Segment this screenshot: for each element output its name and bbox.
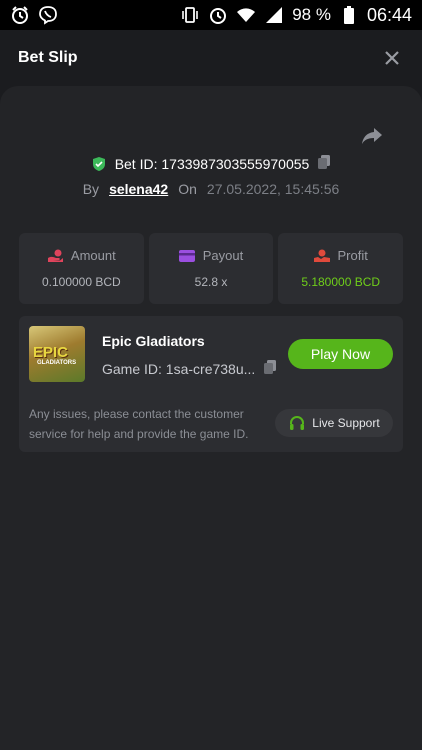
close-button[interactable] xyxy=(380,46,404,70)
viber-icon xyxy=(38,5,58,25)
alarm-icon xyxy=(208,5,228,25)
status-bar-left xyxy=(10,5,58,25)
battery-percent: 98 % xyxy=(292,5,331,24)
copy-game-id-button[interactable] xyxy=(263,359,277,378)
close-icon xyxy=(385,51,399,65)
game-thumbnail[interactable]: EPIC GLADIATORS xyxy=(29,326,85,382)
support-note: Any issues, please contact the customer … xyxy=(29,407,249,441)
stat-payout: Payout 52.8 x xyxy=(148,233,274,304)
bet-owner-row: By selena42 On 27.05.2022, 15:45:56 xyxy=(0,181,422,197)
bet-id-row: Bet ID: 1733987303555970055 xyxy=(0,154,422,173)
vibrate-icon xyxy=(180,5,200,25)
profit-icon xyxy=(313,249,330,262)
bet-datetime: 27.05.2022, 15:45:56 xyxy=(206,181,340,197)
on-label: On xyxy=(178,181,197,197)
verified-shield-icon xyxy=(92,156,105,171)
copy-icon xyxy=(264,360,277,374)
wallet-card-icon xyxy=(178,249,195,262)
stat-label: Profit xyxy=(337,248,368,263)
wifi-icon xyxy=(236,5,256,25)
bet-stats: Amount 0.100000 BCD Payout 52.8 x Profit… xyxy=(19,233,404,304)
game-name: Epic Gladiators xyxy=(102,333,205,349)
stat-label: Payout xyxy=(202,248,244,263)
alarm-icon xyxy=(10,5,30,25)
headset-icon xyxy=(290,416,305,430)
header: Bet Slip xyxy=(0,30,422,86)
stat-amount: Amount 0.100000 BCD xyxy=(19,233,144,304)
stat-value: 0.100000 BCD xyxy=(41,275,121,289)
game-id-row: Game ID: 1sa-cre738u... xyxy=(102,359,277,378)
play-now-button[interactable]: Play Now xyxy=(288,339,393,369)
bet-id: Bet ID: 1733987303555970055 xyxy=(114,155,310,172)
by-label: By xyxy=(82,181,100,197)
copy-bet-id-button[interactable] xyxy=(317,154,331,173)
page-title: Bet Slip xyxy=(18,49,78,66)
copy-icon xyxy=(318,155,331,169)
stat-profit: Profit 5.180000 BCD xyxy=(278,233,404,304)
bet-slip-sheet: Bet ID: 1733987303555970055 By selena42 … xyxy=(0,86,422,750)
signal-icon xyxy=(264,5,284,25)
status-bar-right: 98 % 06:44 xyxy=(180,5,412,26)
stat-value: 52.8 x xyxy=(194,275,228,289)
status-bar: 98 % 06:44 xyxy=(0,0,422,30)
money-hand-icon xyxy=(47,249,63,262)
thumbnail-subtitle: GLADIATORS xyxy=(37,360,77,366)
game-id: Game ID: 1sa-cre738u... xyxy=(102,360,256,377)
battery-icon xyxy=(339,5,359,25)
live-support-button[interactable]: Live Support xyxy=(275,409,393,437)
thumbnail-title: EPIC xyxy=(33,344,69,361)
username-link[interactable]: selena42 xyxy=(109,181,168,197)
stat-value: 5.180000 BCD xyxy=(301,275,381,289)
share-icon xyxy=(362,128,382,144)
stat-label: Amount xyxy=(70,248,116,263)
game-card: EPIC GLADIATORS Epic Gladiators Game ID:… xyxy=(19,316,403,452)
clock: 06:44 xyxy=(366,4,412,25)
share-button[interactable] xyxy=(360,124,384,148)
live-support-label: Live Support xyxy=(312,416,380,430)
